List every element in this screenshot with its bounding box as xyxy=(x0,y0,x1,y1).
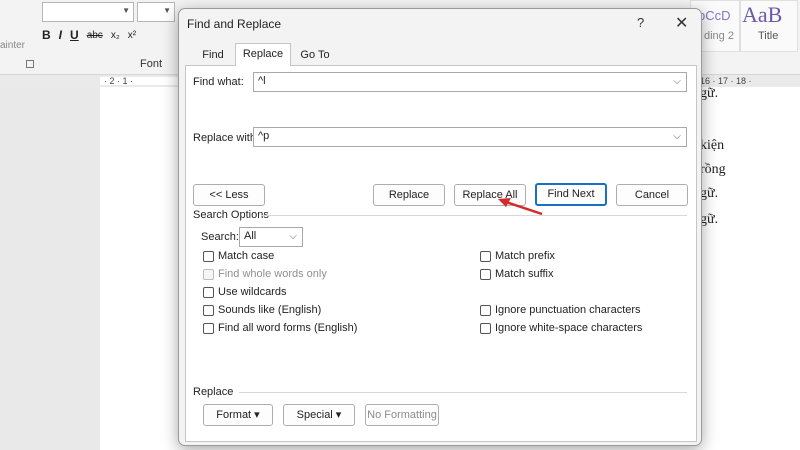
bold-button[interactable]: B xyxy=(42,28,51,42)
match-suffix-checkbox[interactable] xyxy=(480,269,491,280)
sounds-like-checkbox[interactable] xyxy=(203,305,214,316)
ignore-whitespace-checkbox[interactable] xyxy=(480,323,491,334)
format-buttons: B I U abc x₂ x² xyxy=(42,28,136,42)
chevron-down-icon: ▼ xyxy=(122,6,130,15)
ruler-label-right: 16 · 17 · 18 · xyxy=(700,76,752,86)
search-label: Search: xyxy=(201,231,239,243)
no-formatting-button: No Formatting xyxy=(365,404,439,426)
doc-line: kiện xyxy=(700,138,725,153)
search-options-label: Search Options xyxy=(193,209,269,221)
tab-find[interactable]: Find xyxy=(195,45,231,65)
style-sample: AaB xyxy=(742,2,783,27)
font-group-label: Font xyxy=(140,58,163,70)
doc-line: gữ. xyxy=(700,186,719,201)
word-forms-label: Find all word forms (English) xyxy=(218,322,358,334)
dialog-launcher-icon[interactable] xyxy=(26,60,34,68)
replace-with-value: ^p xyxy=(258,130,270,142)
wildcards-checkbox[interactable] xyxy=(203,287,214,298)
less-button[interactable]: << Less xyxy=(193,184,265,206)
doc-line: rồng xyxy=(700,162,726,177)
style-sample: bCcD xyxy=(698,8,731,23)
find-what-label: Find what: xyxy=(193,76,244,88)
tab-replace[interactable]: Replace xyxy=(235,43,291,66)
whole-words-checkbox xyxy=(203,269,214,280)
style-name: Title xyxy=(758,30,779,42)
match-case-checkbox[interactable] xyxy=(203,251,214,262)
match-prefix-checkbox[interactable] xyxy=(480,251,491,262)
divider xyxy=(239,392,687,393)
find-what-input[interactable]: ^l ⌵ xyxy=(253,72,687,92)
replace-with-input[interactable]: ^p ⌵ xyxy=(253,127,687,147)
help-button[interactable]: ? xyxy=(637,15,644,30)
whole-words-label: Find whole words only xyxy=(218,268,327,280)
match-suffix-label: Match suffix xyxy=(495,268,554,280)
strikethrough-button[interactable]: abc xyxy=(87,30,103,41)
font-size-box[interactable]: ▼ xyxy=(137,2,175,22)
replace-button[interactable]: Replace xyxy=(373,184,445,206)
replace-with-label: Replace with: xyxy=(193,132,260,144)
chevron-down-icon: ⌵ xyxy=(289,231,297,242)
match-case-label: Match case xyxy=(218,250,275,262)
ignore-punctuation-checkbox[interactable] xyxy=(480,305,491,316)
cancel-button[interactable]: Cancel xyxy=(616,184,688,206)
doc-line: gữ. xyxy=(700,86,719,101)
find-replace-dialog: Find and Replace ? ✕ Find Replace Go To … xyxy=(178,8,702,446)
replace-section-label: Replace xyxy=(193,386,234,398)
match-prefix-label: Match prefix xyxy=(495,250,555,262)
chevron-down-icon[interactable]: ⌵ xyxy=(670,129,684,145)
subscript-button[interactable]: x₂ xyxy=(111,30,120,41)
ignore-whitespace-label: Ignore white-space characters xyxy=(495,322,643,334)
search-direction-select[interactable]: All ⌵ xyxy=(239,227,303,247)
search-direction-value: All xyxy=(244,230,257,242)
dialog-title: Find and Replace xyxy=(187,17,282,31)
ruler-label-left: · 2 · 1 · xyxy=(104,76,134,86)
italic-button[interactable]: I xyxy=(59,28,62,42)
format-painter-label: ainter xyxy=(0,40,26,51)
close-icon[interactable]: ✕ xyxy=(675,13,688,33)
ignore-punctuation-label: Ignore punctuation characters xyxy=(495,304,641,316)
format-button[interactable]: Format ▾ xyxy=(203,404,273,426)
replace-all-button[interactable]: Replace All xyxy=(454,184,526,206)
find-next-button[interactable]: Find Next xyxy=(535,183,607,206)
superscript-button[interactable]: x² xyxy=(128,30,136,41)
word-forms-checkbox[interactable] xyxy=(203,323,214,334)
tab-goto[interactable]: Go To xyxy=(295,45,335,65)
doc-line: gữ. xyxy=(700,212,719,227)
font-name-box[interactable]: ▼ xyxy=(42,2,134,22)
style-name: ding 2 xyxy=(704,30,734,42)
find-what-value: ^l xyxy=(258,75,266,87)
chevron-down-icon: ▼ xyxy=(163,6,171,15)
wildcards-label: Use wildcards xyxy=(218,286,287,298)
underline-button[interactable]: U xyxy=(70,28,79,42)
sounds-like-label: Sounds like (English) xyxy=(218,304,322,316)
chevron-down-icon[interactable]: ⌵ xyxy=(670,74,684,90)
divider xyxy=(261,215,687,216)
special-button[interactable]: Special ▾ xyxy=(283,404,355,426)
